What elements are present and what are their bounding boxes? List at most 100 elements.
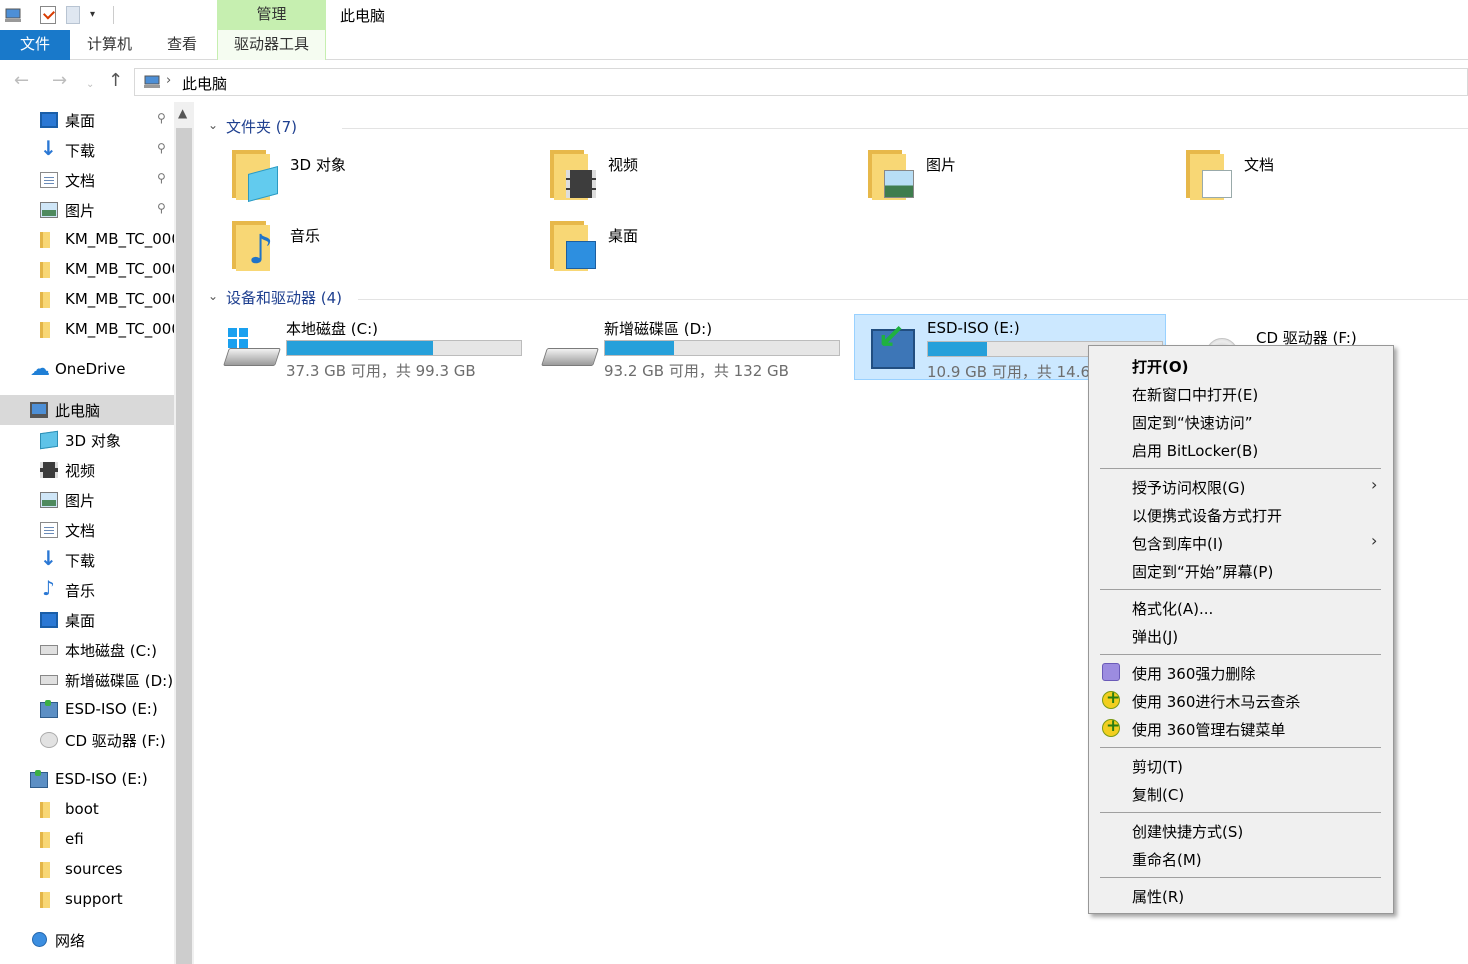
scroll-up-icon[interactable]: ▲ [178, 106, 187, 120]
folder-icon [40, 292, 50, 308]
new-folder-icon[interactable] [66, 6, 80, 24]
sidebar-item-esd-folder[interactable]: support [0, 885, 174, 915]
sidebar-item-quick-access[interactable]: KM_MB_TC_000 [0, 225, 174, 255]
sidebar-item-network[interactable]: 网络 [0, 925, 174, 955]
back-button[interactable]: ← [14, 70, 29, 92]
pin-icon[interactable]: ⚲ [157, 111, 166, 125]
sidebar-item-this-pc-child[interactable]: 图片 [0, 485, 174, 515]
download-icon [40, 546, 58, 570]
sidebar-item-quick-access[interactable]: 下载 ⚲ [0, 135, 174, 165]
group-divider [358, 299, 1468, 300]
context-menu-item[interactable]: 剪切(T) [1091, 752, 1391, 778]
sidebar-item-quick-access[interactable]: KM_MB_TC_000 [0, 285, 174, 315]
tab-drive-tools[interactable]: 驱动器工具 [217, 30, 326, 60]
drive-usage-fill [928, 342, 988, 356]
context-menu-item[interactable]: 使用 360进行木马云查杀 [1091, 687, 1391, 713]
context-menu-item[interactable]: 弹出(J) [1091, 622, 1391, 648]
windows-logo-pane [228, 339, 237, 348]
sidebar-item-this-pc-child[interactable]: 音乐 [0, 575, 174, 605]
sidebar-item-this-pc[interactable]: 此电脑 [0, 395, 174, 425]
recent-locations-button[interactable]: ⌄ [86, 74, 94, 96]
folders-group-header[interactable]: ⌄ 文件夹 (7) [208, 116, 1468, 140]
drive-name: 本地磁盘 (C:) [286, 320, 378, 338]
context-menu-item[interactable]: 固定到“开始”屏幕(P) [1091, 557, 1391, 583]
3d-objects-icon [40, 430, 58, 450]
videos-icon [40, 462, 58, 478]
breadcrumb-this-pc[interactable]: 此电脑 [182, 73, 227, 94]
folder-tile[interactable]: 3D 对象 [232, 150, 532, 210]
sidebar-item-this-pc-child[interactable]: 新增磁碟區 (D:) [0, 665, 174, 695]
sidebar-item-this-pc-child[interactable]: 下载 [0, 545, 174, 575]
navigation-pane: 桌面 ⚲ 下载 ⚲ 文档 ⚲ 图片 ⚲ KM_MB_TC_000 KM_MB_TC_000 KM_M… [0, 102, 174, 964]
sidebar-item-this-pc-child[interactable]: 3D 对象 [0, 425, 174, 455]
sidebar-item-quick-access[interactable]: 桌面 ⚲ [0, 105, 174, 135]
drive-tile[interactable]: 本地磁盘 (C:) 37.3 GB 可用，共 99.3 GB [214, 314, 526, 380]
context-menu-item[interactable]: 属性(R) [1091, 882, 1391, 908]
sidebar-item-onedrive[interactable]: OneDrive [0, 355, 174, 385]
sidebar-item-quick-access[interactable]: KM_MB_TC_000 [0, 315, 174, 345]
document-icon [40, 172, 58, 188]
context-menu-item[interactable]: 包含到库中(I) › [1091, 529, 1391, 555]
collapse-chevron-icon[interactable]: ⌄ [208, 118, 218, 132]
sidebar-item-this-pc-child[interactable]: 文档 [0, 515, 174, 545]
pin-icon[interactable]: ⚲ [157, 201, 166, 215]
context-menu-item[interactable]: 授予访问权限(G) › [1091, 473, 1391, 499]
sidebar-item-label: 新增磁碟區 (D:) [65, 672, 174, 690]
sidebar-item-this-pc-child[interactable]: 桌面 [0, 605, 174, 635]
context-menu-item[interactable]: 格式化(A)... [1091, 594, 1391, 620]
folder-tile[interactable]: 桌面 [550, 221, 850, 281]
sidebar-item-quick-access[interactable]: 文档 ⚲ [0, 165, 174, 195]
360-delete-icon [1102, 663, 1120, 681]
up-button[interactable]: ↑ [108, 70, 123, 92]
forward-button[interactable]: → [52, 70, 67, 92]
folder-tile[interactable]: 音乐 [232, 221, 532, 281]
context-menu-label: 复制(C) [1132, 786, 1185, 804]
properties-icon[interactable] [40, 6, 56, 24]
sidebar-item-this-pc-child[interactable]: CD 驱动器 (F:) [0, 725, 174, 755]
customize-toolbar-dropdown-icon[interactable]: ▾ [90, 6, 102, 24]
folder-tile[interactable]: 视频 [550, 150, 850, 210]
sidebar-item-this-pc-child[interactable]: ESD-ISO (E:) [0, 695, 174, 725]
address-bar[interactable]: › 此电脑 [134, 68, 1468, 96]
context-menu-item[interactable]: 在新窗口中打开(E) [1091, 380, 1391, 406]
sidebar-item-esd-folder[interactable]: efi [0, 825, 174, 855]
toolbar-divider [113, 6, 114, 24]
sidebar-scrollbar[interactable]: ▲ [174, 102, 194, 964]
context-menu-item[interactable]: 以便携式设备方式打开 [1091, 501, 1391, 527]
folders-group-title: 文件夹 (7) [226, 118, 298, 136]
sidebar-item-label: OneDrive [55, 360, 126, 378]
context-menu-item[interactable]: 使用 360管理右键菜单 [1091, 715, 1391, 741]
doc-overlay-icon [1202, 170, 1232, 198]
drives-group-header[interactable]: ⌄ 设备和驱动器 (4) [208, 287, 1468, 311]
context-menu-item[interactable]: 启用 BitLocker(B) [1091, 436, 1391, 462]
sidebar-item-esd-iso[interactable]: ESD-ISO (E:) [0, 765, 174, 795]
context-menu-item[interactable]: 复制(C) [1091, 780, 1391, 806]
pin-icon[interactable]: ⚲ [157, 141, 166, 155]
manage-context-group: 管理 [217, 0, 326, 30]
folder-tile[interactable]: 文档 [1186, 150, 1468, 210]
folder-label: 音乐 [290, 227, 321, 245]
context-menu-item[interactable]: 打开(O) [1091, 352, 1391, 378]
context-menu-item[interactable]: 重命名(M) [1091, 845, 1391, 871]
context-menu-item[interactable]: 创建快捷方式(S) [1091, 817, 1391, 843]
sidebar-item-esd-folder[interactable]: boot [0, 795, 174, 825]
sidebar-item-quick-access[interactable]: KM_MB_TC_000 [0, 255, 174, 285]
drive-tile[interactable]: 新增磁碟區 (D:) 93.2 GB 可用，共 132 GB [532, 314, 844, 380]
sidebar-item-label: 3D 对象 [65, 432, 121, 450]
collapse-chevron-icon[interactable]: ⌄ [208, 289, 218, 303]
drive-usage-fill [287, 341, 434, 355]
sidebar-item-esd-folder[interactable]: sources [0, 855, 174, 885]
context-menu-item[interactable]: 固定到“快速访问” [1091, 408, 1391, 434]
tab-view[interactable]: 查看 [167, 30, 197, 60]
folder-tile[interactable]: 图片 [868, 150, 1168, 210]
sidebar-item-this-pc-child[interactable]: 视频 [0, 455, 174, 485]
context-menu-item[interactable]: 使用 360强力删除 [1091, 659, 1391, 685]
tab-file[interactable]: 文件 [0, 30, 70, 60]
breadcrumb-chevron-icon[interactable]: › [166, 73, 171, 88]
scrollbar-thumb[interactable] [176, 128, 192, 964]
tab-computer[interactable]: 计算机 [87, 30, 132, 60]
pin-icon[interactable]: ⚲ [157, 171, 166, 185]
sidebar-item-quick-access[interactable]: 图片 ⚲ [0, 195, 174, 225]
sidebar-item-this-pc-child[interactable]: 本地磁盘 (C:) [0, 635, 174, 665]
context-menu-label: 使用 360进行木马云查杀 [1132, 693, 1301, 711]
